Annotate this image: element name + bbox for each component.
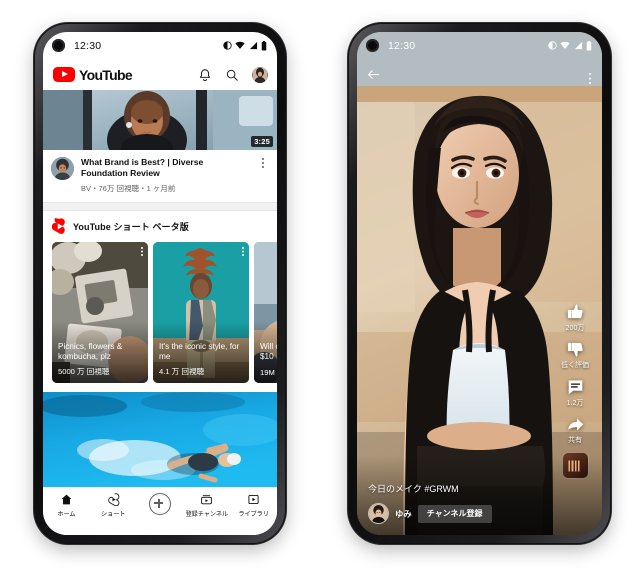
phone-right-screen: 12:30 200万 低く評価 1.2万 共有 今日のメイク #GRWM ゆみ … — [357, 32, 602, 535]
shorts-card-list[interactable]: Picnics, flowers & kombucha, plz 5000 万 … — [43, 241, 277, 392]
hero-video-thumbnail[interactable]: 3:25 — [43, 90, 277, 150]
shorts-shelf-title: YouTube ショート ベータ版 — [73, 221, 189, 232]
nav-label: ショート — [101, 510, 126, 518]
nav-item-library[interactable]: ライブラリ — [230, 493, 277, 518]
dislike-action[interactable]: 低く評価 — [561, 340, 589, 371]
thumbs-down-icon — [567, 342, 583, 357]
shorts-bottom-meta: 今日のメイク #GRWM ゆみ チャンネル登録 — [357, 456, 602, 535]
share-action[interactable]: 共有 — [566, 415, 585, 446]
shorts-card[interactable]: It's the iconic style, for me 4.1 万 回視聴 — [153, 241, 249, 383]
avatar-photo — [252, 66, 268, 83]
channel-avatar[interactable] — [368, 503, 389, 524]
search-icon[interactable] — [225, 68, 239, 82]
nav-item-shorts[interactable]: ショート — [90, 493, 137, 518]
battery-icon — [261, 40, 267, 51]
youtube-feed[interactable]: 3:25 What Brand is Best? | Diverse Found… — [43, 90, 277, 535]
youtube-play-icon — [53, 67, 75, 82]
dnd-icon — [222, 41, 232, 50]
nav-item-home[interactable]: ホーム — [43, 493, 90, 518]
video-more-options-icon[interactable] — [257, 157, 269, 194]
pool-thumbnail-photo — [43, 391, 277, 487]
bottom-navigation-bar[interactable]: ホーム ショート 登録チャンネル ライブラリ — [43, 487, 277, 535]
thumbs-up-icon — [567, 304, 583, 319]
home-icon — [61, 494, 72, 505]
nav-label: ホーム — [57, 510, 76, 518]
battery-icon — [586, 40, 592, 51]
shorts-card[interactable]: Picnics, flowers & kombucha, plz 5000 万 … — [52, 241, 148, 383]
video-title: What Brand is Best? | Diverse Foundation… — [81, 157, 204, 179]
signal-icon — [574, 41, 582, 50]
youtube-logo[interactable]: YouTube — [53, 66, 133, 83]
nav-label: ライブラリ — [238, 510, 269, 518]
signal-icon — [249, 41, 257, 50]
video-duration-badge: 3:25 — [251, 136, 273, 147]
screenshot-canvas: 12:30 YouTube 3:25 What Brand is Best? |… — [0, 0, 639, 580]
notifications-bell-icon[interactable] — [198, 68, 212, 82]
subscriptions-icon — [201, 495, 213, 505]
status-icons — [222, 40, 268, 51]
library-icon — [248, 494, 259, 505]
create-plus-icon — [148, 493, 171, 515]
account-avatar[interactable] — [252, 66, 268, 83]
comment-count: 1.2万 — [566, 399, 584, 407]
video-subtitle: BV・76万 回視聴・1 ヶ月前 — [81, 183, 176, 193]
header-actions — [198, 66, 268, 83]
shorts-card-more-icon[interactable] — [141, 246, 143, 249]
youtube-wordmark: YouTube — [79, 66, 133, 83]
share-icon — [567, 417, 583, 431]
shorts-shelf-header: YouTube ショート ベータ版 — [43, 211, 277, 242]
subscribe-button[interactable]: チャンネル登録 — [417, 504, 492, 523]
shorts-card-title: Will cho $10 — [260, 341, 277, 362]
shorts-channel-row[interactable]: ゆみ チャンネル登録 — [368, 503, 602, 524]
dnd-icon — [547, 41, 557, 50]
dislike-label: 低く評価 — [561, 362, 589, 369]
shorts-card-views: 4.1 万 回視聴 — [159, 366, 205, 376]
status-time: 12:30 — [388, 39, 416, 52]
shorts-action-rail[interactable]: 200万 低く評価 1.2万 共有 — [555, 302, 595, 479]
status-icons — [547, 40, 593, 51]
shorts-logo-icon — [52, 217, 65, 234]
share-label: 共有 — [568, 437, 582, 444]
shorts-card-more-icon[interactable] — [242, 246, 244, 249]
front-camera-punch-hole — [52, 39, 65, 52]
channel-avatar-photo — [369, 504, 388, 523]
comment-icon — [568, 380, 582, 395]
channel-name: ゆみ — [395, 508, 412, 519]
shorts-card-title: Picnics, flowers & kombucha, plz — [58, 341, 123, 362]
shorts-card-views: 19M — [260, 367, 275, 377]
wifi-icon — [560, 41, 570, 49]
channel-avatar-photo — [51, 157, 74, 180]
wifi-icon — [235, 41, 245, 49]
shorts-card-title: It's the iconic style, for me — [159, 341, 240, 362]
shorts-player[interactable]: 12:30 200万 低く評価 1.2万 共有 今日のメイク #GRWM ゆみ … — [357, 32, 602, 535]
shorts-more-options-icon[interactable] — [588, 72, 591, 76]
shorts-top-bar — [357, 61, 602, 87]
hero-thumbnail-photo — [43, 90, 277, 150]
nav-label: 登録チャンネル — [185, 510, 229, 518]
shorts-card[interactable]: Will cho $10 19M — [254, 241, 277, 383]
shorts-icon — [107, 493, 120, 506]
comment-action[interactable]: 1.2万 — [566, 377, 585, 408]
youtube-app-header: YouTube — [43, 59, 277, 90]
front-camera-punch-hole — [366, 39, 379, 52]
phone-right-device: 12:30 200万 低く評価 1.2万 共有 今日のメイク #GRWM ゆみ … — [348, 23, 611, 544]
back-arrow-icon[interactable] — [366, 67, 381, 82]
video-meta: What Brand is Best? | Diverse Foundation… — [81, 157, 250, 194]
phone-left-device: 12:30 YouTube 3:25 What Brand is Best? |… — [34, 23, 286, 544]
like-action[interactable]: 200万 — [566, 302, 585, 333]
phone-left-screen: 12:30 YouTube 3:25 What Brand is Best? |… — [43, 32, 277, 535]
nav-item-subscriptions[interactable]: 登録チャンネル — [183, 493, 230, 518]
pool-video-thumbnail[interactable] — [43, 391, 277, 487]
status-bar-left: 12:30 — [43, 32, 277, 59]
status-time: 12:30 — [74, 39, 102, 52]
like-count: 200万 — [565, 324, 585, 332]
nav-item-create[interactable] — [137, 493, 184, 515]
channel-avatar[interactable] — [51, 157, 74, 180]
section-divider — [43, 201, 277, 211]
status-bar-right: 12:30 — [357, 32, 602, 59]
shorts-caption: 今日のメイク #GRWM — [368, 484, 459, 494]
video-info-row[interactable]: What Brand is Best? | Diverse Foundation… — [43, 150, 277, 202]
shorts-card-views: 5000 万 回視聴 — [58, 366, 110, 376]
